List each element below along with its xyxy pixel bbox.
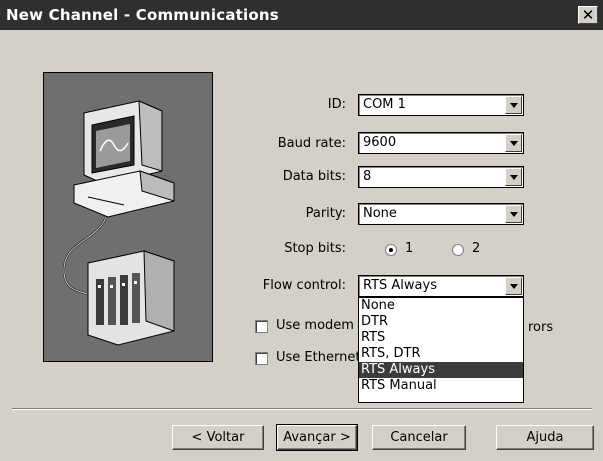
close-button[interactable]: ✕ xyxy=(578,6,598,24)
id-select[interactable]: COM 1 xyxy=(358,94,524,116)
title-bar: New Channel - Communications ✕ xyxy=(0,0,603,30)
close-icon: ✕ xyxy=(581,6,595,24)
footer-separator xyxy=(12,408,592,410)
use-modem-label: Use modem xyxy=(276,318,354,333)
stop-bits-label: Stop bits: xyxy=(284,241,346,256)
flow-option-rts-dtr[interactable]: RTS, DTR xyxy=(359,346,523,362)
id-label: ID: xyxy=(327,97,346,112)
flow-option-rts-always[interactable]: RTS Always xyxy=(359,362,523,378)
flow-option-rts-manual[interactable]: RTS Manual xyxy=(359,378,523,394)
parity-label: Parity: xyxy=(305,206,346,221)
flow-option-rts[interactable]: RTS xyxy=(359,330,523,346)
flow-control-dropdown-list: None DTR RTS RTS, DTR RTS Always RTS Man… xyxy=(358,297,524,403)
use-modem-trailing-text: rors xyxy=(528,320,554,335)
parity-value: None xyxy=(363,206,397,221)
baud-rate-dropdown-button[interactable] xyxy=(505,134,522,152)
chevron-down-icon xyxy=(510,284,518,289)
flow-option-none[interactable]: None xyxy=(359,298,523,314)
cancel-button[interactable]: Cancelar xyxy=(372,425,466,450)
flow-control-value: RTS Always xyxy=(363,278,437,293)
data-bits-dropdown-button[interactable] xyxy=(505,168,522,186)
stop-bits-option-2-label: 2 xyxy=(472,241,481,256)
stop-bits-radio-2[interactable] xyxy=(452,244,464,256)
id-dropdown-button[interactable] xyxy=(505,96,522,114)
stop-bits-option-1-label: 1 xyxy=(405,241,414,256)
computer-device-icon xyxy=(62,100,175,346)
chevron-down-icon xyxy=(510,175,518,180)
use-ethernet-label: Use Ethernet xyxy=(276,350,361,365)
flow-control-select[interactable]: RTS Always xyxy=(358,275,524,297)
use-ethernet-checkbox[interactable] xyxy=(255,352,268,365)
computer-device-illustration xyxy=(43,72,213,362)
next-button[interactable]: Avançar > xyxy=(276,424,358,451)
flow-option-dtr[interactable]: DTR xyxy=(359,314,523,330)
parity-select[interactable]: None xyxy=(358,203,524,225)
chevron-down-icon xyxy=(510,141,518,146)
parity-dropdown-button[interactable] xyxy=(505,205,522,223)
flow-control-label: Flow control: xyxy=(262,278,346,293)
help-button[interactable]: Ajuda xyxy=(496,425,594,450)
radio-selected-dot xyxy=(389,248,393,252)
stop-bits-radio-1[interactable] xyxy=(385,244,397,256)
id-value: COM 1 xyxy=(363,97,406,112)
window-title: New Channel - Communications xyxy=(6,6,279,24)
baud-rate-select[interactable]: 9600 xyxy=(358,132,524,154)
data-bits-select[interactable]: 8 xyxy=(358,166,524,188)
data-bits-value: 8 xyxy=(363,169,372,184)
baud-rate-label: Baud rate: xyxy=(277,136,346,151)
flow-control-dropdown-button[interactable] xyxy=(505,277,522,295)
back-button[interactable]: < Voltar xyxy=(172,425,264,450)
chevron-down-icon xyxy=(510,103,518,108)
chevron-down-icon xyxy=(510,212,518,217)
use-modem-checkbox[interactable] xyxy=(255,320,268,333)
baud-rate-value: 9600 xyxy=(363,135,397,150)
data-bits-label: Data bits: xyxy=(282,169,346,184)
